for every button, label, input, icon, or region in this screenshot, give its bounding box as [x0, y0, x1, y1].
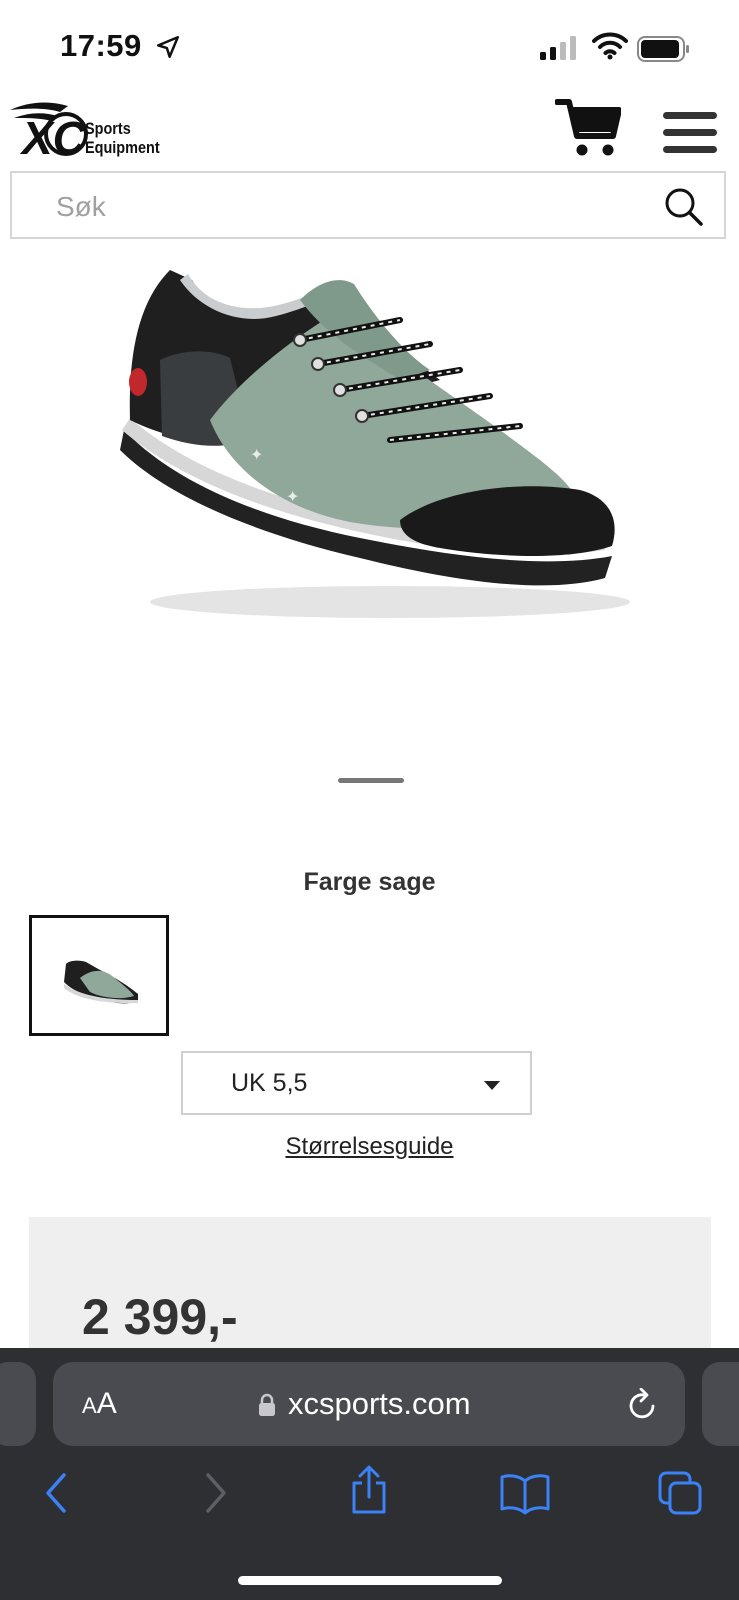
color-label: Farge sage	[303, 868, 436, 896]
tabs-icon[interactable]	[658, 1471, 704, 1515]
status-time: 17:59	[60, 28, 142, 63]
bookmarks-icon[interactable]	[500, 1471, 550, 1515]
menu-icon[interactable]	[663, 112, 717, 154]
color-thumbnail[interactable]	[29, 915, 169, 1036]
home-indicator[interactable]	[238, 1576, 502, 1585]
cart-icon[interactable]	[555, 96, 621, 158]
lock-icon	[259, 1393, 275, 1416]
url-text[interactable]: xcsports.com	[288, 1386, 471, 1422]
size-select-value: UK 5,5	[231, 1069, 308, 1097]
previous-tab-peek[interactable]	[0, 1362, 36, 1446]
next-tab-peek[interactable]	[702, 1362, 739, 1446]
thumbnail-shoe-image	[64, 960, 138, 1004]
search-bar[interactable]	[10, 171, 726, 239]
product-image[interactable]: ✦ ✦	[100, 240, 640, 640]
signal-icon	[540, 36, 576, 60]
svg-text:✦: ✦	[250, 445, 263, 464]
share-icon[interactable]	[348, 1465, 390, 1515]
location-arrow-icon	[157, 36, 179, 58]
size-guide-link[interactable]: Størrelsesguide	[0, 1133, 739, 1161]
battery-icon	[637, 36, 689, 62]
search-icon[interactable]	[664, 187, 704, 227]
back-icon[interactable]	[36, 1471, 78, 1515]
wifi-icon	[592, 32, 628, 60]
search-input[interactable]	[54, 187, 638, 227]
logo-text: Sports Equipment	[85, 119, 160, 157]
size-select[interactable]: UK 5,5	[181, 1051, 532, 1115]
chevron-down-icon	[484, 1081, 500, 1090]
reload-icon[interactable]	[627, 1388, 659, 1422]
forward-icon[interactable]	[194, 1471, 236, 1515]
carousel-indicator[interactable]	[338, 778, 404, 783]
reader-settings-button[interactable]: AA	[82, 1387, 117, 1421]
svg-text:✦: ✦	[286, 487, 299, 506]
price: 2 399,-	[82, 1289, 238, 1345]
